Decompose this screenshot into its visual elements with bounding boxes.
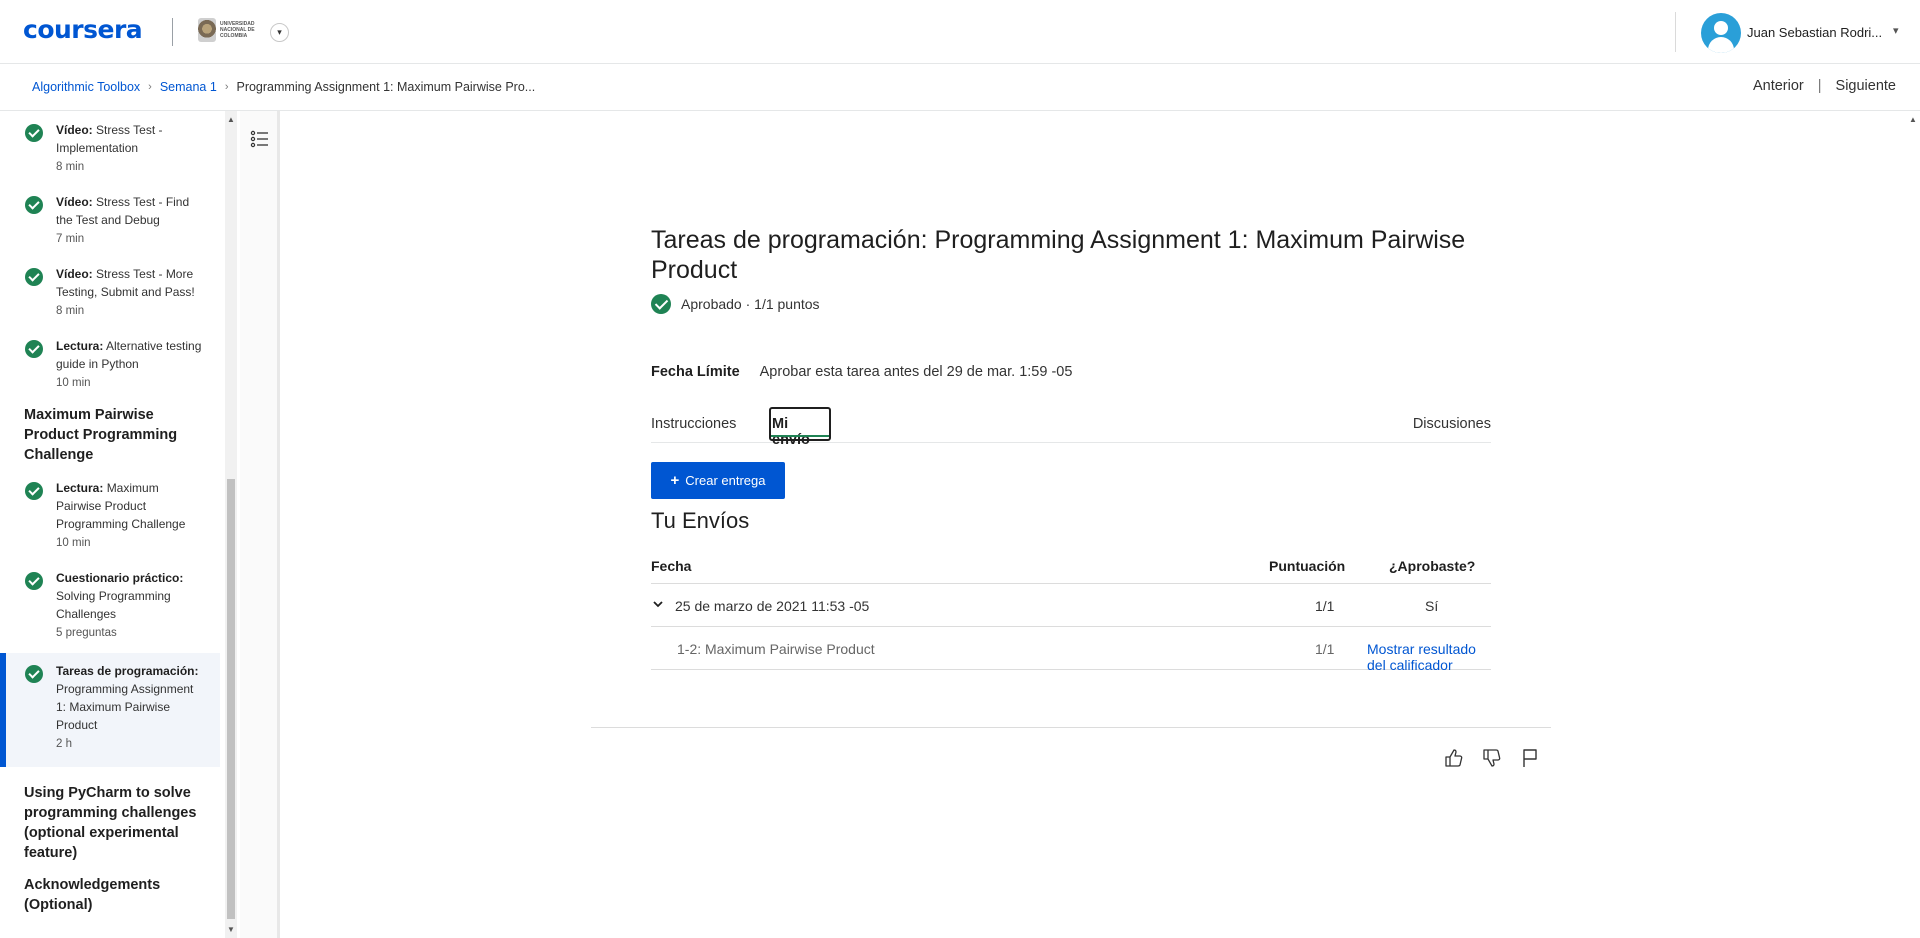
plus-icon: + — [670, 472, 680, 489]
item-duration: 5 preguntas — [56, 627, 117, 639]
table-header: Fecha Puntuación ¿Aprobaste? — [651, 548, 1491, 584]
toc-rail — [240, 111, 280, 938]
part-score: 1/1 — [1315, 641, 1335, 657]
page-title: Tareas de programación: Programming Assi… — [651, 226, 1466, 284]
status-row: Aprobado · 1/1 puntos — [651, 294, 820, 314]
content-divider — [591, 727, 1551, 728]
thumbs-down-icon[interactable] — [1481, 747, 1503, 769]
item-duration: 10 min — [56, 537, 91, 549]
breadcrumb-current: Programming Assignment 1: Maximum Pairwi… — [236, 80, 536, 94]
deadline-label: Fecha Límite — [651, 364, 740, 380]
item-duration: 8 min — [56, 161, 85, 173]
table-subrow: 1-2: Maximum Pairwise Product 1/1 Mostra… — [651, 628, 1491, 673]
coursera-logo[interactable]: coursera — [23, 15, 143, 44]
chevron-down-icon[interactable] — [653, 599, 663, 609]
nav-separator: | — [1817, 78, 1822, 94]
tab-bar: Instrucciones Mi envío Discusiones — [651, 407, 1491, 448]
breadcrumb-bar: Algorithmic Toolbox › Semana 1 › Program… — [0, 64, 1920, 111]
sidebar-item[interactable]: Vídeo: Stress Test - More Testing, Submi… — [0, 265, 220, 321]
breadcrumb-course-link[interactable]: Algorithmic Toolbox — [32, 80, 140, 94]
main-content: Tareas de programación: Programming Assi… — [283, 111, 1900, 938]
user-name[interactable]: Juan Sebastian Rodri... — [1747, 25, 1882, 40]
scroll-up-icon[interactable]: ▲ — [1909, 115, 1917, 124]
tab-my-submission[interactable]: Mi envío — [769, 407, 831, 448]
table-row[interactable]: 25 de marzo de 2021 11:53 -05 1/1 Sí — [651, 585, 1491, 627]
show-grader-output-link[interactable]: Mostrar resultado del calificador — [1367, 641, 1491, 673]
completed-check-icon — [25, 482, 43, 500]
submission-date: 25 de marzo de 2021 11:53 -05 — [675, 598, 870, 614]
item-duration: 2 h — [56, 738, 72, 750]
sidebar-section-title[interactable]: Using PyCharm to solve programming chall… — [24, 783, 204, 863]
item-duration: 7 min — [56, 233, 85, 245]
part-name: 1-2: Maximum Pairwise Product — [677, 641, 875, 657]
university-dropdown-button[interactable]: ▾ — [270, 23, 289, 42]
page-scrollbar[interactable]: ▲ — [1906, 111, 1920, 938]
breadcrumb: Algorithmic Toolbox › Semana 1 › Program… — [32, 80, 535, 94]
sidebar-item[interactable]: Lectura: Maximum Pairwise Product Progra… — [0, 479, 220, 549]
next-link[interactable]: Siguiente — [1836, 78, 1896, 94]
column-header-date: Fecha — [651, 558, 692, 574]
university-seal-icon — [198, 18, 216, 42]
completed-check-icon — [25, 268, 43, 286]
tab-discussions[interactable]: Discusiones — [1413, 416, 1491, 432]
completed-check-icon — [25, 196, 43, 214]
university-logo[interactable]: UNIVERSIDAD NACIONAL DE COLOMBIA — [198, 18, 270, 42]
feedback-actions — [1443, 747, 1541, 769]
create-submission-button[interactable]: + Crear entrega — [651, 462, 785, 499]
scroll-up-icon[interactable]: ▲ — [227, 115, 235, 124]
submission-score: 1/1 — [1315, 598, 1335, 614]
column-header-score: Puntuación — [1269, 558, 1346, 574]
scrollbar-thumb[interactable] — [227, 479, 235, 919]
breadcrumb-week-link[interactable]: Semana 1 — [160, 80, 217, 94]
sidebar-item[interactable]: Vídeo: Stress Test - Find the Test and D… — [0, 193, 220, 249]
passed-check-icon — [651, 294, 671, 314]
chevron-right-icon: › — [148, 81, 152, 93]
sidebar-section-title[interactable]: Acknowledgements (Optional) — [24, 875, 204, 915]
sidebar-scrollbar[interactable]: ▲ ▼ — [225, 111, 237, 938]
submissions-title: Tu Envíos — [651, 508, 750, 533]
flag-icon[interactable] — [1519, 747, 1541, 769]
sidebar-item[interactable]: Lectura: Alternative testing guide in Py… — [0, 337, 220, 393]
deadline-row: Fecha Límite Aprobar esta tarea antes de… — [651, 364, 1072, 380]
column-header-passed: ¿Aprobaste? — [1389, 558, 1476, 574]
tab-instructions[interactable]: Instrucciones — [651, 416, 736, 432]
sidebar-item[interactable]: Vídeo: Stress Test - Implementation 8 min — [0, 121, 220, 177]
university-name: UNIVERSIDAD NACIONAL DE COLOMBIA — [220, 21, 255, 39]
sidebar-section-title[interactable]: Maximum Pairwise Product Programming Cha… — [24, 405, 204, 465]
completed-check-icon — [25, 340, 43, 358]
deadline-text: Aprobar esta tarea antes del 29 de mar. … — [759, 364, 1073, 380]
logo-divider — [172, 18, 173, 46]
item-duration: 10 min — [56, 377, 91, 389]
chevron-right-icon: › — [224, 81, 229, 93]
sidebar-item-active[interactable]: Tareas de programación: Programming Assi… — [0, 653, 220, 767]
header-divider — [1675, 12, 1676, 52]
submission-passed: Sí — [1425, 598, 1439, 614]
status-text: Aprobado · 1/1 puntos — [681, 296, 820, 312]
avatar[interactable] — [1701, 13, 1741, 53]
thumbs-up-icon[interactable] — [1443, 747, 1465, 769]
completed-check-icon — [25, 124, 43, 142]
previous-link[interactable]: Anterior — [1753, 78, 1804, 94]
completed-check-icon — [25, 665, 43, 683]
scroll-down-icon[interactable]: ▼ — [227, 925, 235, 934]
chevron-down-icon: ▾ — [277, 27, 282, 37]
user-menu-chevron-icon[interactable]: ▾ — [1893, 24, 1899, 37]
list-icon[interactable] — [250, 129, 270, 149]
completed-check-icon — [25, 572, 43, 590]
course-sidebar: Vídeo: Stress Test - Implementation 8 min… — [0, 111, 225, 938]
item-navigation: Anterior | Siguiente — [1753, 78, 1896, 94]
sidebar-item[interactable]: Cuestionario práctico: Solving Programmi… — [0, 569, 220, 639]
item-duration: 8 min — [56, 305, 85, 317]
top-header: coursera UNIVERSIDAD NACIONAL DE COLOMBI… — [0, 0, 1920, 64]
